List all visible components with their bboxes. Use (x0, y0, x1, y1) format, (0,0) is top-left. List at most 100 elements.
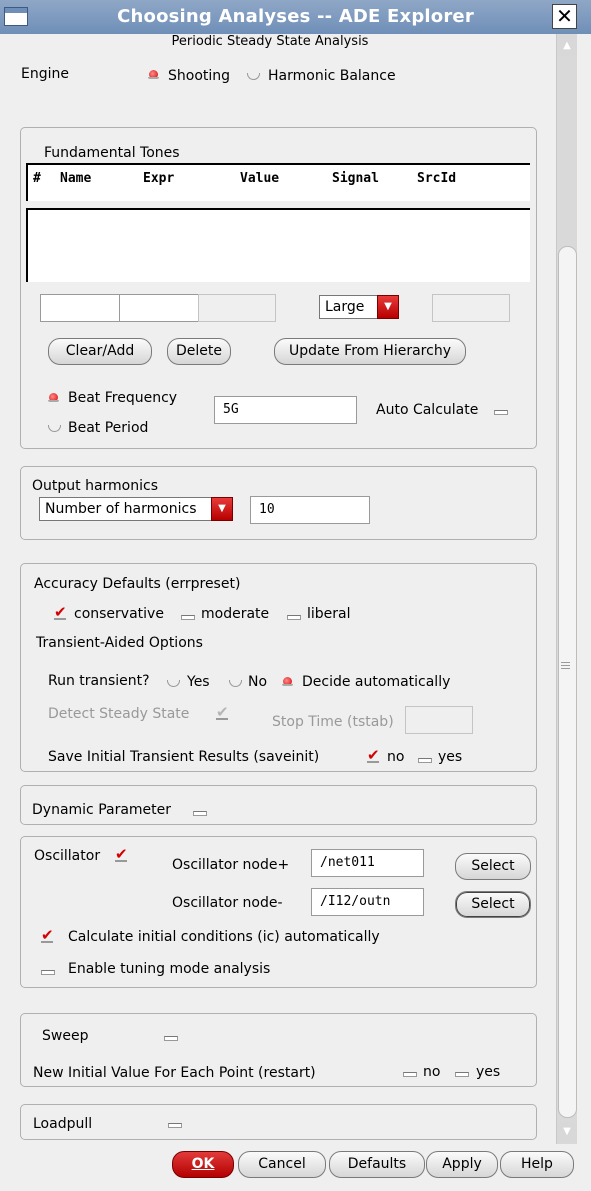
apply-button-label: Apply (442, 1156, 482, 1172)
accuracy-moderate-checkbox[interactable] (181, 608, 195, 621)
save-init-no-label[interactable]: no (387, 749, 404, 765)
stop-time-input (405, 706, 473, 734)
oscillator-node-plus-label: Oscillator node+ (172, 857, 290, 873)
detect-steady-state-checkbox (216, 703, 229, 721)
accuracy-liberal-label[interactable]: liberal (307, 606, 351, 622)
harmonics-number-input[interactable]: 10 (250, 496, 370, 524)
vertical-scrollbar[interactable]: ▲ ▼ (556, 34, 577, 1144)
apply-button[interactable]: Apply (426, 1151, 498, 1178)
column-expr: Expr (143, 171, 175, 186)
run-transient-no-label[interactable]: No (248, 674, 267, 690)
accuracy-moderate-label[interactable]: moderate (201, 606, 269, 622)
calc-ic-checkbox[interactable] (41, 926, 54, 944)
tones-table-header: # Name Expr Value Signal SrcId (26, 163, 530, 201)
tone-name-input[interactable] (40, 294, 120, 322)
dynamic-parameter-checkbox[interactable] (193, 804, 207, 817)
column-name: Name (60, 171, 92, 186)
tone-expr-input[interactable] (119, 294, 199, 322)
engine-harmonic-balance-radio[interactable] (247, 69, 260, 80)
signal-combo-value: Large (325, 299, 365, 315)
accuracy-group: Accuracy Defaults (errpreset) conservati… (20, 563, 537, 772)
select-node-minus-button[interactable]: Select (455, 891, 531, 918)
stop-time-label: Stop Time (tstab) (272, 714, 394, 730)
dynamic-parameter-group: Dynamic Parameter (20, 785, 537, 825)
beat-frequency-radio[interactable] (48, 392, 59, 403)
accuracy-liberal-checkbox[interactable] (287, 608, 301, 621)
beat-period-radio[interactable] (48, 421, 61, 432)
save-initial-label: Save Initial Transient Results (saveinit… (48, 749, 320, 765)
engine-label: Engine (21, 66, 69, 82)
run-transient-no-radio[interactable] (229, 676, 242, 687)
run-transient-yes-label[interactable]: Yes (187, 674, 210, 690)
help-button-label: Help (521, 1156, 553, 1172)
tones-table-body[interactable] (26, 208, 530, 282)
oscillator-checkbox[interactable] (115, 845, 128, 863)
accuracy-conservative-checkbox[interactable] (54, 603, 67, 621)
help-button[interactable]: Help (500, 1151, 574, 1178)
scrollbar-thumb[interactable] (558, 246, 577, 1118)
restart-no-checkbox[interactable] (403, 1065, 417, 1078)
save-init-no-checkbox[interactable] (367, 746, 380, 764)
loadpull-label: Loadpull (33, 1116, 93, 1132)
scrollbar-grip-icon (561, 662, 570, 670)
calc-ic-label[interactable]: Calculate initial conditions (ic) automa… (68, 929, 380, 945)
accuracy-conservative-label[interactable]: conservative (74, 606, 164, 622)
close-icon[interactable]: ✕ (552, 4, 577, 29)
run-transient-yes-radio[interactable] (167, 676, 180, 687)
beat-value-input[interactable]: 5G (214, 396, 357, 424)
tone-srcid-input (432, 294, 510, 322)
oscillator-label: Oscillator (34, 848, 101, 864)
oscillator-group: Oscillator Oscillator node+ /net011 Sele… (20, 836, 537, 988)
scroll-up-icon[interactable]: ▲ (557, 36, 577, 56)
restart-no-label[interactable]: no (423, 1064, 440, 1080)
transient-aided-title: Transient-Aided Options (36, 635, 203, 651)
output-harmonics-combo-value: Number of harmonics (45, 501, 197, 517)
engine-shooting-label[interactable]: Shooting (168, 68, 230, 84)
ok-button[interactable]: OK (172, 1151, 234, 1178)
beat-frequency-label[interactable]: Beat Frequency (68, 390, 177, 406)
tuning-mode-label[interactable]: Enable tuning mode analysis (68, 961, 270, 977)
oscillator-node-minus-label: Oscillator node- (172, 895, 283, 911)
run-transient-label: Run transient? (48, 673, 150, 689)
output-harmonics-combo[interactable]: Number of harmonics ▼ (39, 497, 233, 521)
chevron-down-icon[interactable]: ▼ (377, 295, 399, 319)
clear-add-button[interactable]: Clear/Add (48, 338, 152, 365)
accuracy-defaults-label: Accuracy Defaults (errpreset) (34, 576, 241, 592)
column-value: Value (240, 171, 280, 186)
sweep-label: Sweep (42, 1028, 89, 1044)
defaults-button[interactable]: Defaults (329, 1151, 425, 1178)
engine-harmonic-balance-label[interactable]: Harmonic Balance (268, 68, 396, 84)
column-srcid: SrcId (417, 171, 457, 186)
select-node-plus-button[interactable]: Select (455, 853, 531, 880)
fundamental-tones-group: Fundamental Tones # Name Expr Value Sign… (20, 127, 537, 449)
sweep-checkbox[interactable] (164, 1029, 178, 1042)
engine-shooting-radio[interactable] (148, 69, 159, 80)
detect-steady-state-label: Detect Steady State (48, 706, 190, 722)
dialog-window: Choosing Analyses -- ADE Explorer ✕ Peri… (0, 0, 591, 1191)
cancel-button[interactable]: Cancel (238, 1151, 326, 1178)
scroll-down-icon[interactable]: ▼ (557, 1122, 577, 1142)
column-number: # (33, 171, 41, 186)
restart-yes-label[interactable]: yes (476, 1064, 500, 1080)
loadpull-checkbox[interactable] (168, 1116, 182, 1129)
oscillator-node-minus-input[interactable]: /I12/outn (311, 888, 424, 916)
oscillator-node-plus-input[interactable]: /net011 (311, 849, 424, 877)
defaults-button-label: Defaults (347, 1156, 407, 1172)
beat-period-label[interactable]: Beat Period (68, 420, 148, 436)
save-init-yes-checkbox[interactable] (418, 751, 432, 764)
auto-calculate-checkbox[interactable] (494, 403, 508, 416)
tuning-mode-checkbox[interactable] (41, 963, 55, 976)
delete-button[interactable]: Delete (167, 338, 231, 365)
restart-yes-checkbox[interactable] (455, 1065, 469, 1078)
chevron-down-icon[interactable]: ▼ (211, 497, 233, 521)
ok-button-label: OK (191, 1156, 215, 1172)
run-transient-auto-label[interactable]: Decide automatically (302, 674, 450, 690)
run-transient-auto-radio[interactable] (282, 676, 293, 687)
title-bar[interactable]: Choosing Analyses -- ADE Explorer ✕ (0, 0, 591, 34)
save-init-yes-label[interactable]: yes (438, 749, 462, 765)
tone-value-input (198, 294, 276, 322)
output-harmonics-label: Output harmonics (32, 478, 158, 494)
window-title: Choosing Analyses -- ADE Explorer (117, 6, 474, 27)
update-from-hierarchy-button[interactable]: Update From Hierarchy (274, 338, 466, 365)
signal-combo[interactable]: Large ▼ (319, 295, 399, 319)
